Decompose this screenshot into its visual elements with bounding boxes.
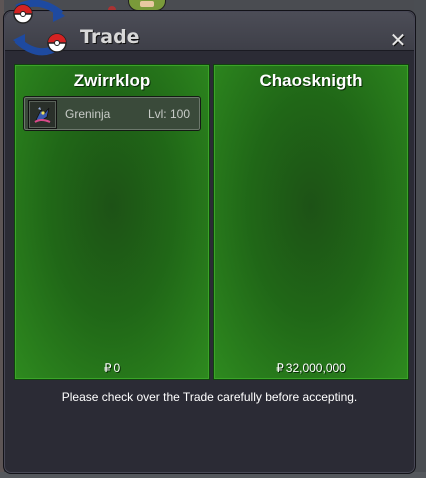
pokedollar-icon: ₽ <box>103 361 112 375</box>
item-name: Greninja <box>65 107 111 121</box>
pokeball-exchange-icon <box>9 0 71 58</box>
trade-item-slot[interactable]: Greninja Lvl: 100 <box>23 96 201 131</box>
self-money-offer: ₽0 <box>15 361 209 375</box>
greninja-sprite-icon <box>28 100 57 129</box>
partner-money-offer: ₽32,000,000 <box>214 361 408 375</box>
self-player-name: Zwirrklop <box>73 71 151 90</box>
trade-window: Trade ✕ Zwirrklop Greninja Lvl: 100 ₽0 C… <box>3 10 416 474</box>
close-icon[interactable]: ✕ <box>388 30 408 50</box>
trade-window-title: Trade <box>80 26 140 48</box>
item-level: Lvl: 100 <box>147 107 190 121</box>
trade-warning-notice: Please check over the Trade carefully be… <box>61 390 358 404</box>
trade-panel-partner: Chaosknigth ₽32,000,000 <box>213 64 409 380</box>
pokedollar-icon: ₽ <box>276 361 284 375</box>
partner-money-amount: 32,000,000 <box>285 361 346 375</box>
partner-player-name: Chaosknigth <box>259 71 363 90</box>
self-money-amount: 0 <box>113 361 121 375</box>
trade-panel-self: Zwirrklop Greninja Lvl: 100 ₽0 <box>14 64 210 380</box>
